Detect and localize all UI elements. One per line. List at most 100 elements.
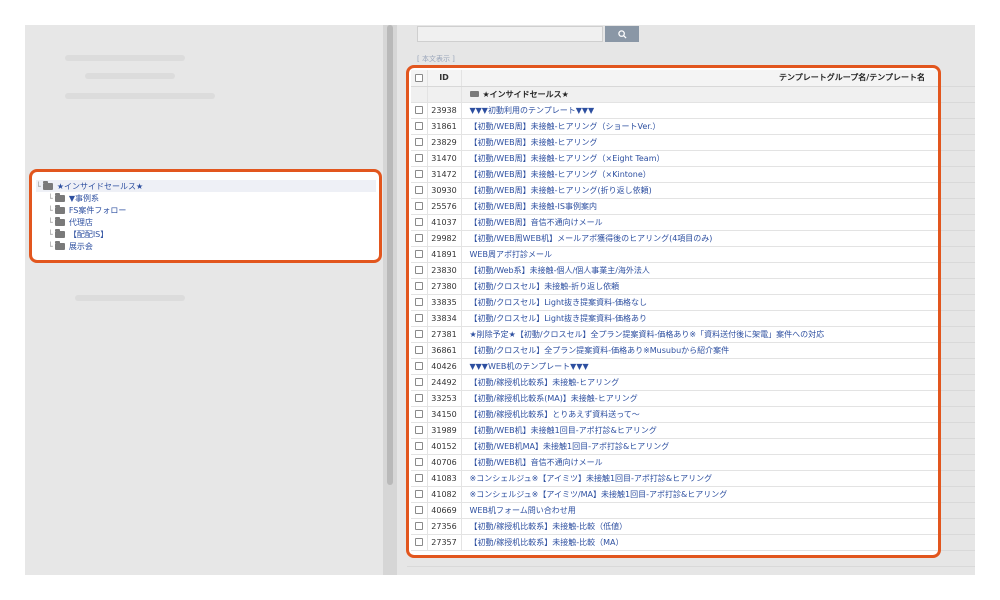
row-checkbox[interactable] [414, 442, 423, 450]
select-all-checkbox[interactable] [414, 73, 423, 82]
row-checkbox[interactable] [414, 490, 423, 498]
template-name-link[interactable]: 【初動/稼授机比較系】未接触-比較（低値） [461, 518, 938, 535]
template-name-link[interactable]: ▼▼▼初動利用のテンプレート▼▼▼ [461, 102, 938, 119]
template-name-link[interactable]: ▼▼▼WEB机のテンプレート▼▼▼ [461, 358, 938, 375]
table-row[interactable]: 40152 【初動/WEB机MA】未接触1回目-アポ打診&ヒアリング [411, 438, 938, 455]
body-toggle-link[interactable]: [ 本文表示 ] [417, 54, 455, 64]
table-row[interactable]: 27380 【初動/クロスセル】未接触-折り返し依頼 [411, 278, 938, 295]
table-row[interactable]: 23830 【初動/Web系】未接触-個人/個人事業主/海外法人 [411, 262, 938, 279]
template-name-link[interactable]: 【初動/稼授机比較系(MA)】未接触-ヒアリング [461, 390, 938, 407]
tree-item-root[interactable]: └ ★インサイドセールス★ [36, 180, 376, 192]
row-checkbox[interactable] [414, 218, 423, 226]
tree-item-child[interactable]: └ FS案件フォロー [36, 204, 379, 216]
row-checkbox[interactable] [414, 410, 423, 418]
template-name-link[interactable]: ★削除予定★【初動/クロスセル】全プラン提案資料-価格あり※「資料送付後に架電」… [461, 326, 938, 343]
row-checkbox[interactable] [414, 346, 423, 354]
table-row[interactable]: 30930 【初動/WEB周】未接触-ヒアリング(折り返し依頼) [411, 182, 938, 199]
row-checkbox[interactable] [414, 458, 423, 466]
template-name-link[interactable]: 【初動/稼授机比較系】未接触-比較（MA） [461, 534, 938, 551]
row-checkbox[interactable] [414, 314, 423, 322]
table-row[interactable]: 41037 【初動/WEB周】音信不通向けメール [411, 214, 938, 231]
table-row[interactable]: 33253 【初動/稼授机比較系(MA)】未接触-ヒアリング [411, 390, 938, 407]
table-row[interactable]: 23938 ▼▼▼初動利用のテンプレート▼▼▼ [411, 102, 938, 119]
table-row[interactable]: 41083 ※コンシェルジュ※【アイミツ】未接触1回目-アポ打診&ヒアリング [411, 470, 938, 487]
scrollbar-thumb[interactable] [387, 25, 393, 485]
template-name-link[interactable]: 【初動/WEB周WEB机】メールアポ獲得後のヒアリング(4項目のみ) [461, 230, 938, 247]
template-name-link[interactable]: 【初動/クロスセル】全プラン提案資料-価格あり※Musubuから紹介案件 [461, 342, 938, 359]
template-name-link[interactable]: 【初動/稼授机比較系】とりあえず資料送って～ [461, 406, 938, 423]
table-row[interactable]: 34150 【初動/稼授机比較系】とりあえず資料送って～ [411, 406, 938, 423]
template-name-link[interactable]: 【初動/クロスセル】Light抜き提案資料-価格なし [461, 294, 938, 311]
tree-item-child[interactable]: └ ▼事例系 [36, 192, 379, 204]
table-row[interactable]: 27381 ★削除予定★【初動/クロスセル】全プラン提案資料-価格あり※「資料送付… [411, 326, 938, 343]
row-checkbox[interactable] [414, 474, 423, 482]
table-row[interactable]: 31989 【初動/WEB机】未接触1回目-アポ打診&ヒアリング [411, 422, 938, 439]
row-checkbox[interactable] [414, 170, 423, 178]
template-name-link[interactable]: ※コンシェルジュ※【アイミツ】未接触1回目-アポ打診&ヒアリング [461, 470, 938, 487]
row-checkbox[interactable] [414, 426, 423, 434]
tree-item-child[interactable]: └ 【配配IS】 [36, 228, 379, 240]
search-input[interactable] [417, 26, 603, 42]
table-row[interactable]: 31470 【初動/WEB周】未接触-ヒアリング（×Eight Team） [411, 150, 938, 167]
row-checkbox[interactable] [414, 106, 423, 114]
table-row[interactable]: 40669 WEB机フォーム問い合わせ用 [411, 502, 938, 519]
table-row[interactable]: 23829 【初動/WEB周】未接触-ヒアリング [411, 134, 938, 151]
template-name-link[interactable]: 【初動/クロスセル】未接触-折り返し依頼 [461, 278, 938, 295]
row-checkbox[interactable] [414, 186, 423, 194]
table-row[interactable]: 41891 WEB周アポ打診メール [411, 246, 938, 263]
row-checkbox[interactable] [414, 234, 423, 242]
template-name-link[interactable]: 【初動/クロスセル】Light抜き提案資料-価格あり [461, 310, 938, 327]
tree-item-child[interactable]: └ 展示会 [36, 240, 379, 252]
table-row[interactable]: 24492 【初動/稼授机比較系】未接触-ヒアリング [411, 374, 938, 391]
template-name-link[interactable]: 【初動/WEB周】未接触-ヒアリング（ショートVer.） [461, 118, 938, 135]
template-name-link[interactable]: 【初動/稼授机比較系】未接触-ヒアリング [461, 374, 938, 391]
row-checkbox[interactable] [414, 522, 423, 530]
template-id: 33253 [427, 390, 462, 407]
row-checkbox[interactable] [414, 282, 423, 290]
row-checkbox[interactable] [414, 298, 423, 306]
table-row[interactable]: 33835 【初動/クロスセル】Light抜き提案資料-価格なし [411, 294, 938, 311]
pane-splitter[interactable] [383, 25, 397, 575]
template-name-link[interactable]: 【初動/WEB周】未接触-ヒアリング(折り返し依頼) [461, 182, 938, 199]
template-name-link[interactable]: 【初動/WEB机MA】未接触1回目-アポ打診&ヒアリング [461, 438, 938, 455]
table-row[interactable]: 27356 【初動/稼授机比較系】未接触-比較（低値） [411, 518, 938, 535]
row-checkbox[interactable] [414, 506, 423, 514]
row-checkbox[interactable] [414, 330, 423, 338]
group-name-cell[interactable]: ★インサイドセールス★ [461, 86, 938, 103]
table-row[interactable]: 29982 【初動/WEB周WEB机】メールアポ獲得後のヒアリング(4項目のみ) [411, 230, 938, 247]
template-name-link[interactable]: WEB周アポ打診メール [461, 246, 938, 263]
search-button[interactable] [605, 26, 639, 42]
row-checkbox[interactable] [414, 122, 423, 130]
row-checkbox[interactable] [414, 538, 423, 546]
row-checkbox[interactable] [414, 250, 423, 258]
table-row[interactable]: 31472 【初動/WEB周】未接触-ヒアリング（×Kintone） [411, 166, 938, 183]
table-row[interactable]: 25576 【初動/WEB周】未接触-IS事例案内 [411, 198, 938, 215]
template-name-link[interactable]: 【初動/Web系】未接触-個人/個人事業主/海外法人 [461, 262, 938, 279]
table-row[interactable]: 40426 ▼▼▼WEB机のテンプレート▼▼▼ [411, 358, 938, 375]
table-row[interactable]: 31861 【初動/WEB周】未接触-ヒアリング（ショートVer.） [411, 118, 938, 135]
row-checkbox[interactable] [414, 362, 423, 370]
row-checkbox[interactable] [414, 138, 423, 146]
template-name-link[interactable]: 【初動/WEB机】未接触1回目-アポ打診&ヒアリング [461, 422, 938, 439]
template-name-link[interactable]: 【初動/WEB周】未接触-IS事例案内 [461, 198, 938, 215]
table-row[interactable]: 36861 【初動/クロスセル】全プラン提案資料-価格あり※Musubuから紹介案… [411, 342, 938, 359]
template-name-link[interactable]: ※コンシェルジュ※【アイミツ/MA】未接触1回目-アポ打診&ヒアリング [461, 486, 938, 503]
template-name-link[interactable]: 【初動/WEB周】音信不通向けメール [461, 214, 938, 231]
id-column-header[interactable]: ID [427, 70, 462, 87]
template-name-link[interactable]: 【初動/WEB周】未接触-ヒアリング（×Kintone） [461, 166, 938, 183]
table-row[interactable]: 40706 【初動/WEB机】音信不通向けメール [411, 454, 938, 471]
template-name-link[interactable]: 【初動/WEB周】未接触-ヒアリング（×Eight Team） [461, 150, 938, 167]
table-row[interactable]: 41082 ※コンシェルジュ※【アイミツ/MA】未接触1回目-アポ打診&ヒアリング [411, 486, 938, 503]
template-name-link[interactable]: 【初動/WEB机】音信不通向けメール [461, 454, 938, 471]
table-row[interactable]: 33834 【初動/クロスセル】Light抜き提案資料-価格あり [411, 310, 938, 327]
template-name-link[interactable]: 【初動/WEB周】未接触-ヒアリング [461, 134, 938, 151]
row-checkbox[interactable] [414, 154, 423, 162]
row-checkbox[interactable] [414, 266, 423, 274]
row-checkbox[interactable] [414, 394, 423, 402]
table-row[interactable]: 27357 【初動/稼授机比較系】未接触-比較（MA） [411, 534, 938, 551]
row-checkbox[interactable] [414, 202, 423, 210]
name-column-header[interactable]: テンプレートグループ名/テンプレート名 [461, 70, 938, 87]
tree-item-child[interactable]: └ 代理店 [36, 216, 379, 228]
template-name-link[interactable]: WEB机フォーム問い合わせ用 [461, 502, 938, 519]
row-checkbox[interactable] [414, 378, 423, 386]
